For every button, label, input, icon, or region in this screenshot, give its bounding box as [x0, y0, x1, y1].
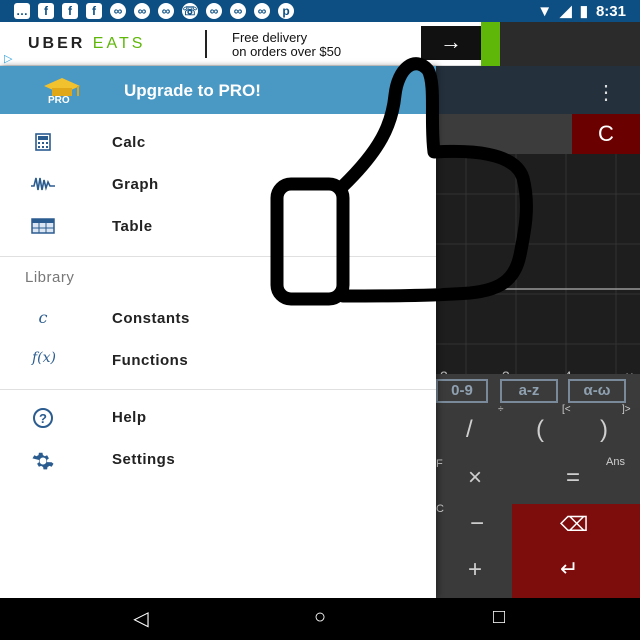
ad-brand: UBER EATS	[28, 35, 145, 53]
wifi-icon: ▼	[537, 2, 553, 20]
divider	[0, 389, 436, 390]
glasses-icon: ∞	[134, 3, 150, 19]
calculator-icon	[30, 132, 56, 154]
gear-icon	[30, 449, 56, 471]
pro-badge: PRO	[48, 95, 70, 106]
ad-banner[interactable]: UBER EATS Free delivery on orders over $…	[0, 22, 500, 66]
key-hint: [<	[562, 404, 571, 415]
glasses-icon: ∞	[254, 3, 270, 19]
facebook-icon: f	[38, 3, 54, 19]
glasses-icon: ∞	[230, 3, 246, 19]
recents-button[interactable]: □	[484, 606, 514, 632]
tab-digits[interactable]: 0-9	[436, 379, 488, 403]
key-hint: Ans	[606, 456, 625, 468]
signal-icon: ◢	[560, 3, 572, 20]
battery-icon: ▮	[579, 3, 588, 20]
status-bar: … f f f ∞ ∞ ∞ ☏ ∞ ∞ ∞ p ▼ ◢ ▮ 8:31	[0, 0, 640, 22]
drawer-item-label: Functions	[112, 352, 189, 369]
adchoices-icon[interactable]: ▷	[4, 52, 18, 65]
drawer-item-calc[interactable]: Calc	[0, 122, 436, 164]
ad-headline: Free delivery	[232, 30, 308, 45]
close-paren-key[interactable]: )	[600, 416, 608, 444]
back-button[interactable]: ◁	[126, 606, 156, 632]
facebook-icon: f	[86, 3, 102, 19]
drawer-item-label: Settings	[112, 451, 176, 468]
graph-icon	[30, 174, 56, 196]
background-app: ⋮ C 2 3 4 x 0-9 a-z α-ω / ( ) × = −	[436, 66, 640, 598]
overflow-menu-icon[interactable]: ⋮	[596, 80, 616, 105]
system-nav-bar: ◁ ○ □	[0, 598, 640, 640]
ad-subline: on orders over $50	[232, 44, 342, 59]
drawer-item-table[interactable]: Table	[0, 206, 436, 248]
drawer-item-functions[interactable]: f(x) Functions	[0, 340, 436, 382]
drawer-item-label: Help	[112, 409, 147, 426]
facebook-icon: f	[62, 3, 78, 19]
drawer-item-label: Calc	[112, 134, 146, 151]
plus-key[interactable]: +	[468, 556, 482, 584]
ad-accent	[481, 22, 500, 66]
upgrade-pro-header[interactable]: PRO Upgrade to PRO!	[0, 66, 436, 114]
help-icon: ?	[30, 407, 56, 429]
clear-button[interactable]: C	[572, 114, 640, 154]
drawer-item-label: Graph	[112, 176, 159, 193]
tab-letters[interactable]: a-z	[500, 379, 558, 403]
drawer-item-graph[interactable]: Graph	[0, 164, 436, 206]
open-paren-key[interactable]: (	[536, 416, 544, 444]
glasses-icon: ∞	[206, 3, 222, 19]
constant-c-icon: c	[38, 308, 48, 327]
clock: 8:31	[595, 2, 626, 20]
multiply-key[interactable]: ×	[468, 464, 482, 492]
tab-greek[interactable]: α-ω	[568, 379, 626, 403]
drawer-item-constants[interactable]: c Constants	[0, 298, 436, 340]
drawer-item-help[interactable]: ? Help	[0, 397, 436, 439]
keyboard-tabs: 0-9 a-z α-ω	[436, 374, 640, 408]
table-icon	[30, 216, 56, 238]
graph-grid	[436, 154, 640, 374]
drawer-item-label: Constants	[112, 310, 190, 327]
home-button[interactable]: ○	[305, 606, 335, 632]
key-hint: ÷	[498, 404, 504, 415]
divider	[0, 256, 436, 257]
notification-icons: … f f f ∞ ∞ ∞ ☏ ∞ ∞ ∞ p	[14, 3, 294, 19]
whatsapp-icon: ☏	[182, 3, 198, 19]
navigation-drawer: PRO Upgrade to PRO! Calc Graph Table Lib…	[0, 66, 436, 598]
key-hint: ]>	[622, 404, 631, 415]
enter-icon[interactable]: ↵	[560, 556, 578, 582]
graduation-cap-icon: PRO	[40, 74, 84, 108]
graph-area[interactable]: 2 3 4 x	[436, 154, 640, 384]
drawer-item-label: Table	[112, 218, 153, 235]
app-toolbar: ⋮	[436, 66, 640, 114]
svg-text:?: ?	[39, 411, 47, 426]
fx-icon: f(x)	[31, 350, 56, 366]
backspace-icon[interactable]: ⌫	[560, 512, 588, 537]
drawer-item-settings[interactable]: Settings	[0, 439, 436, 481]
ad-brand-uber: UBER	[28, 35, 86, 52]
key-hint: C	[436, 503, 444, 515]
ad-divider	[205, 30, 207, 58]
divide-key[interactable]: /	[466, 416, 473, 444]
keypad: / ( ) × = − + ⌫ ↵ ÷ [< ]> F Ans C	[436, 404, 640, 598]
glasses-icon: ∞	[158, 3, 174, 19]
arrow-right-icon[interactable]: →	[421, 26, 481, 60]
equals-key[interactable]: =	[566, 464, 580, 492]
pinterest-icon: p	[278, 3, 294, 19]
glasses-icon: ∞	[110, 3, 126, 19]
library-heading: Library	[25, 269, 75, 286]
chat-icon: …	[14, 3, 30, 19]
key-hint: F	[436, 458, 443, 470]
minus-key[interactable]: −	[470, 510, 484, 538]
upgrade-title: Upgrade to PRO!	[124, 81, 261, 100]
ad-brand-eats: EATS	[92, 35, 146, 52]
